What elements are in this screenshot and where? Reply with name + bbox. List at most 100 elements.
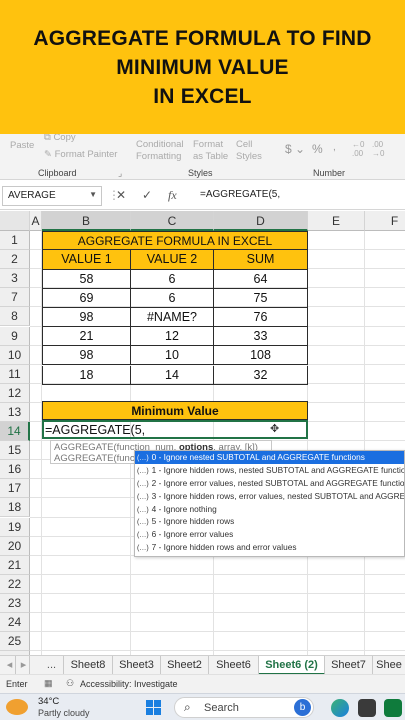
options-dropdown[interactable]: (…) 0 - Ignore nested SUBTOTAL and AGGREG… — [134, 450, 405, 557]
dropdown-option[interactable]: (…) 4 - Ignore nothing — [135, 503, 404, 516]
header-value-1[interactable]: VALUE 1 — [42, 250, 131, 270]
tab-sheet7[interactable]: Sheet7 — [325, 656, 373, 675]
row-header[interactable]: 22 — [0, 574, 30, 594]
dropdown-option[interactable]: (…) 7 - Ignore hidden rows and error valu… — [135, 541, 404, 554]
next-sheet-icon[interactable]: ▸ — [18, 656, 30, 675]
table-cell[interactable]: 108 — [214, 346, 308, 366]
format-as-table-button[interactable]: Format as Table — [193, 139, 233, 163]
tab-sheet8[interactable]: Sheet8 — [64, 656, 113, 675]
row-header[interactable]: 23 — [0, 593, 30, 613]
cancel-icon[interactable]: ✕ — [116, 188, 126, 202]
tab-sheet3[interactable]: Sheet3 — [113, 656, 161, 675]
app-icon-3[interactable] — [384, 699, 402, 717]
active-cell-editor[interactable]: =AGGREGATE(5, ✥ — [42, 420, 308, 439]
column-header-f[interactable]: F — [365, 211, 405, 231]
table-cell[interactable]: 58 — [42, 270, 131, 290]
temperature[interactable]: 34°C — [38, 696, 59, 707]
spreadsheet-grid[interactable]: A B C D E F 1 2 3 7 8 9 10 11 12 13 14 15 16 17 18 19 20… — [0, 211, 405, 655]
clipboard-launcher-icon[interactable]: ⌟ — [118, 168, 122, 179]
row-header[interactable]: 17 — [0, 479, 30, 499]
row-header[interactable]: 24 — [0, 613, 30, 633]
chevron-down-icon[interactable]: ▼ — [89, 190, 97, 199]
dropdown-option[interactable]: (…) 3 - Ignore hidden rows, error values,… — [135, 490, 404, 503]
table-title[interactable]: AGGREGATE FORMULA IN EXCEL — [42, 231, 308, 250]
table-cell[interactable]: 69 — [42, 289, 131, 309]
table-cell[interactable]: 76 — [214, 308, 308, 328]
weather-status[interactable]: Partly cloudy — [38, 708, 90, 718]
dropdown-option[interactable]: (…) 5 - Ignore hidden rows — [135, 515, 404, 528]
accessibility-status[interactable]: Accessibility: Investigate — [80, 679, 178, 689]
column-header-b[interactable]: B — [42, 211, 131, 231]
row-header[interactable]: 19 — [0, 517, 30, 537]
paste-button[interactable]: Paste — [10, 140, 34, 151]
dropdown-option[interactable]: (…) 1 - Ignore hidden rows, nested SUBTOT… — [135, 464, 404, 477]
row-header[interactable]: 25 — [0, 632, 30, 652]
row-header[interactable]: 21 — [0, 555, 30, 575]
table-cell[interactable]: 6 — [131, 289, 214, 309]
more-sheets-button[interactable]: ... — [40, 656, 64, 675]
row-header[interactable]: 10 — [0, 345, 30, 365]
table-cell[interactable]: 98 — [42, 346, 131, 366]
row-header[interactable]: 20 — [0, 536, 30, 556]
table-cell[interactable]: 75 — [214, 289, 308, 309]
conditional-formatting-button[interactable]: Conditional Formatting — [136, 139, 188, 163]
formula-input[interactable]: =AGGREGATE(5, — [200, 189, 280, 200]
table-cell[interactable]: #NAME? — [131, 308, 214, 328]
table-cell[interactable]: 12 — [131, 327, 214, 347]
enter-icon[interactable]: ✓ — [142, 188, 152, 202]
row-header[interactable]: 8 — [0, 307, 30, 327]
row-header[interactable]: 14 — [0, 422, 30, 442]
row-header[interactable]: 9 — [0, 326, 30, 346]
currency-icon[interactable]: $ ⌄ — [285, 142, 305, 156]
table-cell[interactable]: 14 — [131, 365, 214, 385]
tab-sheet2[interactable]: Sheet2 — [161, 656, 209, 675]
table-cell[interactable]: 32 — [214, 365, 308, 385]
clipboard-group-label: Clipboard — [38, 168, 77, 178]
table-cell[interactable]: 64 — [214, 270, 308, 290]
row-header[interactable]: 13 — [0, 402, 30, 422]
dropdown-option[interactable]: (…) 0 - Ignore nested SUBTOTAL and AGGREG… — [135, 451, 404, 464]
row-header[interactable]: 11 — [0, 364, 30, 384]
minimum-value-label[interactable]: Minimum Value — [42, 401, 308, 420]
table-cell[interactable]: 33 — [214, 327, 308, 347]
app-icon-1[interactable] — [331, 699, 349, 717]
row-header[interactable]: 18 — [0, 498, 30, 518]
dropdown-option[interactable]: (…) 2 - Ignore error values, nested SUBTO… — [135, 477, 404, 490]
table-cell[interactable]: 18 — [42, 365, 131, 385]
comma-icon[interactable]: , — [333, 142, 336, 153]
decrease-decimal-icon[interactable]: .00 →0 — [372, 140, 384, 158]
table-cell[interactable]: 10 — [131, 346, 214, 366]
insert-function-icon[interactable]: fx — [168, 188, 177, 203]
table-cell[interactable]: 6 — [131, 270, 214, 290]
row-header[interactable]: 2 — [0, 250, 30, 270]
tab-sheet6[interactable]: Sheet6 — [209, 656, 259, 675]
row-header[interactable]: 12 — [0, 383, 30, 403]
taskbar-search[interactable]: ⌕ Search b — [174, 697, 314, 718]
column-header-e[interactable]: E — [308, 211, 365, 231]
header-sum[interactable]: SUM — [214, 250, 308, 270]
row-header[interactable]: 3 — [0, 269, 30, 289]
name-box[interactable]: AVERAGE ▼ — [2, 186, 102, 206]
row-header[interactable]: 7 — [0, 288, 30, 308]
increase-decimal-icon[interactable]: ←0.00 — [352, 140, 364, 158]
bing-icon[interactable]: b — [294, 699, 311, 716]
header-value-2[interactable]: VALUE 2 — [131, 250, 214, 270]
prev-sheet-icon[interactable]: ◂ — [4, 656, 16, 675]
dropdown-option[interactable]: (…) 6 - Ignore error values — [135, 528, 404, 541]
cell-styles-button[interactable]: Cell Styles — [236, 139, 266, 163]
windows-start-icon[interactable] — [146, 700, 162, 716]
select-all-corner[interactable] — [0, 211, 30, 231]
table-cell[interactable]: 21 — [42, 327, 131, 347]
tab-sheet6-2[interactable]: Sheet6 (2) — [259, 656, 325, 675]
format-painter-button[interactable]: ✎ Format Painter — [44, 149, 117, 160]
table-cell[interactable]: 98 — [42, 308, 131, 328]
row-header[interactable]: 15 — [0, 441, 30, 461]
tab-sheet-partial[interactable]: Shee — [373, 656, 405, 675]
app-icon-2[interactable] — [358, 699, 376, 717]
row-header[interactable]: 16 — [0, 460, 30, 480]
column-header-c[interactable]: C — [131, 211, 214, 231]
row-header[interactable]: 1 — [0, 231, 30, 251]
column-header-a[interactable]: A — [30, 211, 42, 231]
percent-icon[interactable]: % — [312, 142, 323, 156]
column-header-d[interactable]: D — [214, 211, 308, 231]
